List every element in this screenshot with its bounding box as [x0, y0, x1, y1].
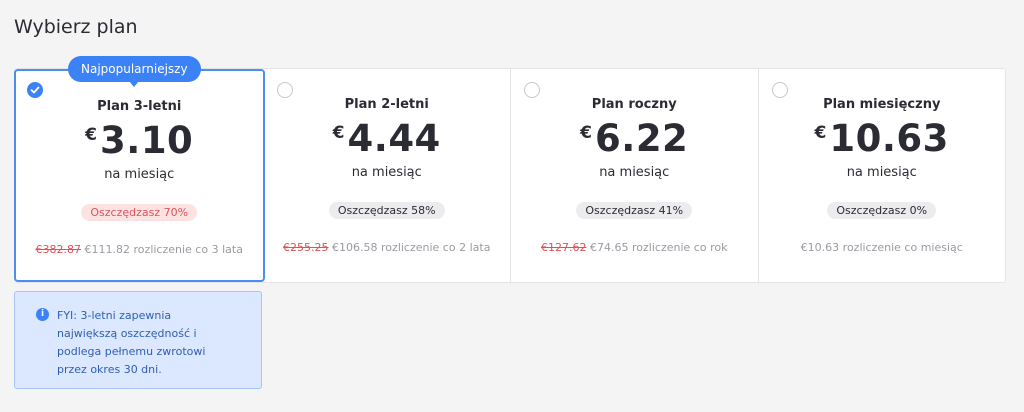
plan-card-1-year[interactable]: Plan roczny € 6.22 na miesiąc Oszczędzas…: [511, 69, 759, 282]
plan-selector: Najpopularniejszy Plan 3-letni € 3.10 na…: [14, 56, 1006, 283]
old-price: €255.25: [283, 241, 329, 254]
price-period: na miesiąc: [846, 165, 917, 180]
plan-name: Plan 3-letni: [97, 99, 182, 114]
plan-name: Plan miesięczny: [823, 97, 941, 112]
billing-info: €382.87 €111.82 rozliczenie co 3 lata: [16, 243, 263, 256]
plan-card-monthly[interactable]: Plan miesięczny € 10.63 na miesiąc Oszcz…: [759, 69, 1006, 282]
old-price: €382.87: [35, 243, 82, 256]
currency-symbol: €: [332, 123, 345, 143]
radio-checked-icon[interactable]: [27, 82, 43, 98]
price-period: na miesiąc: [599, 165, 670, 180]
billing-info: €127.62 €74.65 rozliczenie co rok: [511, 241, 758, 254]
info-icon: i: [36, 308, 49, 321]
plan-card-2-year[interactable]: Plan 2-letni € 4.44 na miesiąc Oszczędza…: [264, 69, 511, 282]
price-value: 10.63: [829, 117, 949, 160]
savings-badge: Oszczędzasz 0%: [827, 202, 937, 219]
price: € 10.63: [759, 117, 1006, 161]
price-period: na miesiąc: [104, 167, 175, 182]
currency-symbol: €: [85, 125, 98, 145]
savings-badge: Oszczędzasz 41%: [576, 202, 693, 219]
price-value: 4.44: [347, 117, 441, 160]
savings-badge: Oszczędzasz 58%: [328, 202, 445, 219]
info-notice: i FYI: 3-letni zapewnia największą oszcz…: [14, 291, 262, 389]
info-text: FYI: 3-letni zapewnia największą oszczęd…: [57, 309, 206, 376]
price: € 3.10: [16, 119, 263, 163]
radio-unchecked-icon[interactable]: [276, 82, 293, 98]
plan-name: Plan roczny: [591, 97, 677, 112]
price-value: 3.10: [100, 119, 194, 162]
billing-info: €10.63 rozliczenie co miesiąc: [759, 241, 1006, 254]
plan-name: Plan 2-letni: [344, 97, 429, 112]
page-title: Wybierz plan: [14, 16, 138, 38]
billing-text: €10.63 rozliczenie co miesiąc: [800, 241, 963, 254]
savings-badge: Oszczędzasz 70%: [81, 204, 198, 221]
currency-symbol: €: [580, 123, 593, 143]
price: € 6.22: [511, 117, 758, 161]
plan-card-3-year[interactable]: Najpopularniejszy Plan 3-letni € 3.10 na…: [14, 56, 265, 282]
old-price: €127.62: [541, 241, 587, 254]
billing-text: €74.65 rozliczenie co rok: [590, 241, 728, 254]
currency-symbol: €: [814, 123, 827, 143]
most-popular-badge: Najpopularniejszy: [68, 56, 201, 87]
billing-text: €106.58 rozliczenie co 2 lata: [332, 241, 491, 254]
price-value: 6.22: [595, 117, 689, 160]
billing-text: €111.82 rozliczenie co 3 lata: [84, 243, 243, 256]
price: € 4.44: [264, 117, 511, 161]
radio-unchecked-icon[interactable]: [524, 82, 540, 98]
price-period: na miesiąc: [351, 165, 422, 180]
radio-unchecked-icon[interactable]: [771, 82, 788, 98]
billing-info: €255.25 €106.58 rozliczenie co 2 lata: [264, 241, 511, 254]
